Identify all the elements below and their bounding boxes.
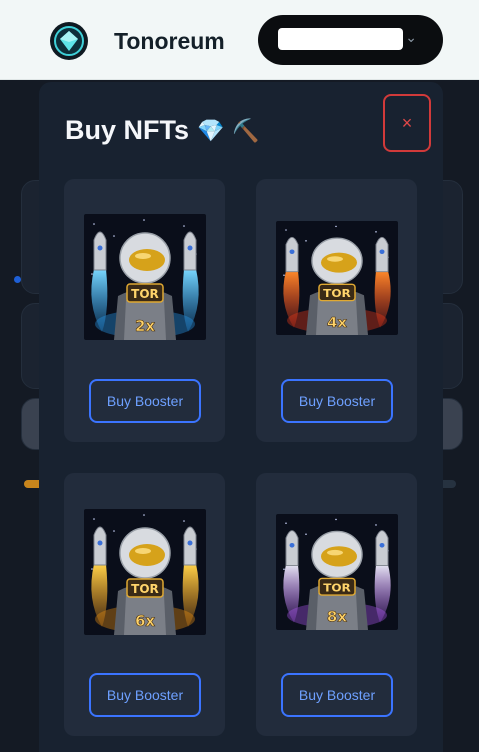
- booster-image-4x: TOR4x 4x: [276, 221, 398, 335]
- booster-card-2x: TOR2x 2x Buy Booster: [64, 179, 225, 442]
- buy-booster-button[interactable]: Buy Booster: [281, 673, 393, 717]
- booster-image-6x: TOR6x 6x: [84, 509, 206, 635]
- svg-text:6x: 6x: [135, 612, 155, 630]
- buy-booster-button[interactable]: Buy Booster: [89, 379, 201, 423]
- chevron-down-icon: ⌄: [405, 29, 417, 45]
- diamond-icon: 💎: [197, 117, 225, 143]
- top-bar: Tonoreum ⌄: [0, 0, 479, 80]
- svg-text:8x: 8x: [327, 610, 348, 625]
- svg-text:2x: 2x: [135, 317, 155, 335]
- close-button[interactable]: ×: [383, 94, 431, 152]
- booster-card-4x: TOR4x 4x Buy Booster: [256, 179, 417, 442]
- buy-booster-button[interactable]: Buy Booster: [281, 379, 393, 423]
- booster-image-2x: TOR2x 2x: [84, 214, 206, 340]
- wallet-address-redacted: [278, 28, 403, 50]
- booster-card-8x: TOR8x 8x Buy Booster: [256, 473, 417, 736]
- background-dot: [14, 276, 21, 283]
- modal-title-text: Buy NFTs: [65, 115, 190, 145]
- tonoreum-logo-icon[interactable]: [50, 22, 88, 60]
- booster-image-8x: TOR8x 8x: [276, 514, 398, 630]
- svg-text:4x: 4x: [327, 315, 347, 330]
- svg-text:TOR: TOR: [131, 287, 159, 301]
- pickaxe-icon: ⛏️: [232, 117, 260, 143]
- modal-title: Buy NFTs 💎 ⛏️: [65, 115, 260, 146]
- wallet-button[interactable]: ⌄: [258, 15, 443, 65]
- svg-text:TOR: TOR: [323, 287, 351, 300]
- buy-nfts-modal: Buy NFTs 💎 ⛏️ × TOR2x 2x Buy Booster TOR…: [39, 82, 443, 752]
- close-icon: ×: [401, 112, 413, 133]
- booster-card-6x: TOR6x 6x Buy Booster: [64, 473, 225, 736]
- buy-booster-button[interactable]: Buy Booster: [89, 673, 201, 717]
- brand-name: Tonoreum: [114, 28, 225, 54]
- svg-text:TOR: TOR: [323, 581, 351, 594]
- svg-text:TOR: TOR: [131, 582, 159, 596]
